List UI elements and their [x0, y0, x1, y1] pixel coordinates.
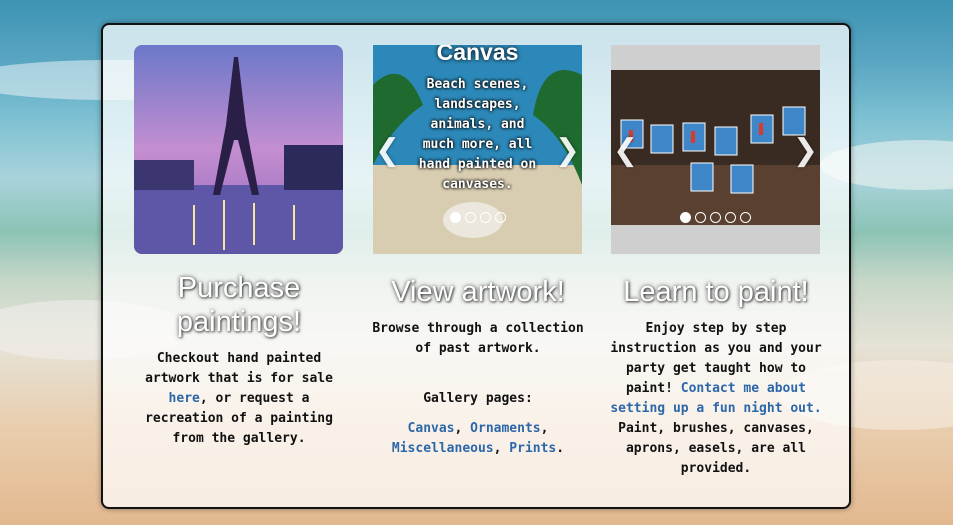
chevron-right-icon[interactable]: ❯: [793, 133, 818, 168]
here-link[interactable]: here: [169, 391, 200, 406]
eiffel-painting-image[interactable]: [134, 45, 343, 254]
gallery-pages-label: Gallery pages:: [423, 391, 533, 406]
chevron-right-icon[interactable]: ❯: [555, 133, 580, 168]
slider-dots: [373, 208, 582, 227]
learn-heading: Learn to paint!: [623, 276, 809, 308]
slider-dot[interactable]: [494, 212, 506, 223]
purchase-heading: Purchase paintings!: [176, 272, 302, 338]
content-panel: Purchase paintings! Checkout hand painte…: [101, 23, 851, 509]
chevron-left-icon[interactable]: ❮: [375, 133, 400, 168]
slider-dot[interactable]: [464, 212, 476, 223]
slide-caption: Beach scenes, landscapes, animals, and m…: [418, 77, 537, 192]
paint-party-slider[interactable]: ❮ ❯: [611, 45, 820, 254]
slider-dot[interactable]: [479, 212, 491, 223]
slider-dot[interactable]: [695, 212, 706, 223]
ornaments-link[interactable]: Ornaments: [470, 421, 540, 436]
artwork-description: Browse through a collection of past artw…: [372, 321, 584, 356]
miscellaneous-link[interactable]: Miscellaneous: [392, 441, 494, 456]
learn-description: Enjoy step by step instruction as you an…: [610, 321, 822, 476]
chevron-left-icon[interactable]: ❮: [613, 133, 638, 168]
canvas-link[interactable]: Canvas: [408, 421, 455, 436]
slider-dot[interactable]: [680, 212, 691, 223]
slider-dot[interactable]: [740, 212, 751, 223]
slider-dot[interactable]: [725, 212, 736, 223]
prints-link[interactable]: Prints: [509, 441, 556, 456]
slider-dots: [611, 208, 820, 227]
slider-dot[interactable]: [449, 212, 461, 223]
slide-title: Canvas: [436, 45, 519, 65]
gallery-links: Canvas, Ornaments, Miscellaneous, Prints.: [391, 421, 565, 456]
artwork-heading: View artwork!: [391, 276, 565, 308]
artwork-slider[interactable]: Canvas Beach scenes, landscapes, animals…: [373, 45, 582, 254]
purchase-description: Checkout hand painted artwork that is fo…: [145, 351, 333, 446]
slider-dot[interactable]: [710, 212, 721, 223]
